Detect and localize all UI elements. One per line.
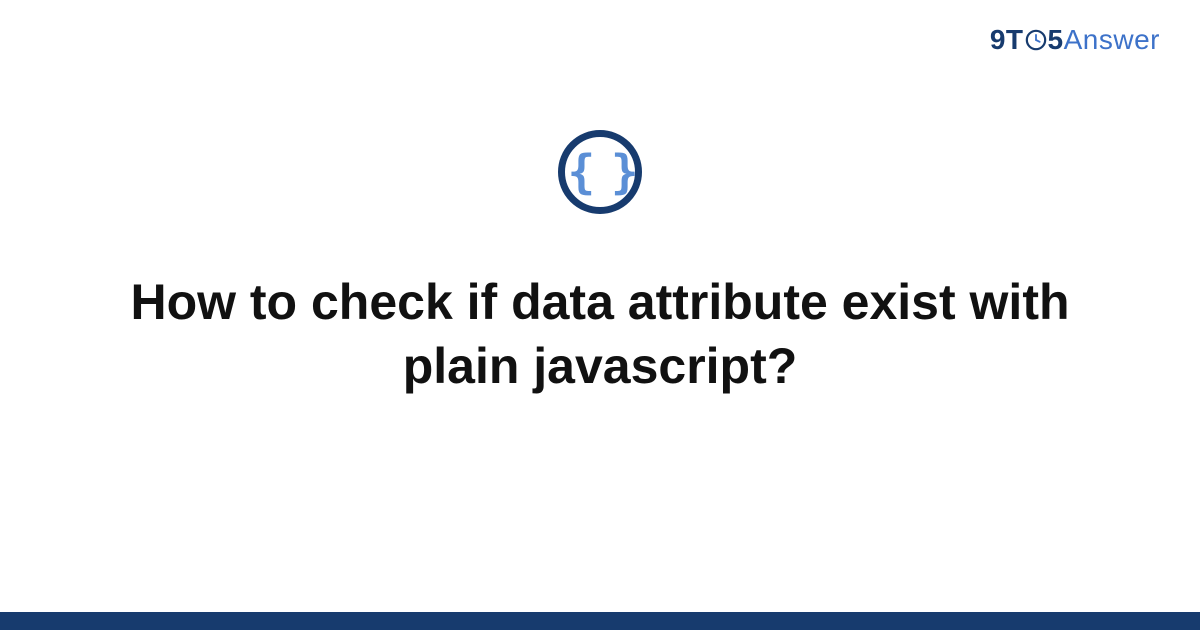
logo-text-answer: Answer [1064,24,1160,56]
logo-text-9t: 9T [990,24,1024,56]
footer-accent-bar [0,612,1200,630]
category-badge: { } [558,130,642,214]
code-braces-icon: { } [567,149,632,195]
logo-clock-icon [1025,29,1047,51]
question-title: How to check if data attribute exist wit… [80,270,1120,398]
site-logo[interactable]: 9T 5 Answer [990,24,1160,56]
logo-text-5: 5 [1048,24,1064,56]
main-content: { } How to check if data attribute exist… [0,130,1200,398]
